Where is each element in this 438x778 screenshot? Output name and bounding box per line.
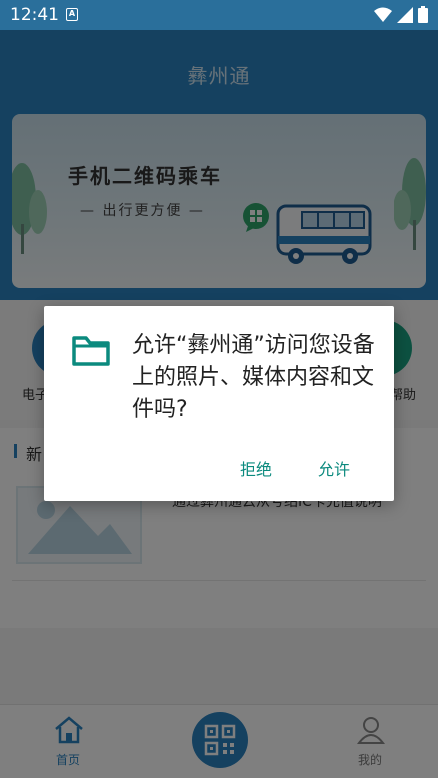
signal-icon [397, 6, 413, 23]
battery-icon [418, 6, 428, 23]
notification-icon: A [66, 8, 78, 21]
wifi-icon [374, 7, 392, 22]
permission-dialog: 允许“彝州通”访问您设备上的照片、媒体内容和文件吗? 拒绝 允许 [44, 306, 394, 501]
status-icons [374, 6, 428, 23]
dialog-message: 允许“彝州通”访问您设备上的照片、媒体内容和文件吗? [132, 333, 375, 422]
status-bar: 12:41 A [0, 0, 438, 30]
deny-button[interactable]: 拒绝 [240, 456, 272, 480]
folder-icon [72, 336, 110, 366]
allow-button[interactable]: 允许 [318, 456, 350, 480]
status-time: 12:41 [10, 5, 59, 25]
